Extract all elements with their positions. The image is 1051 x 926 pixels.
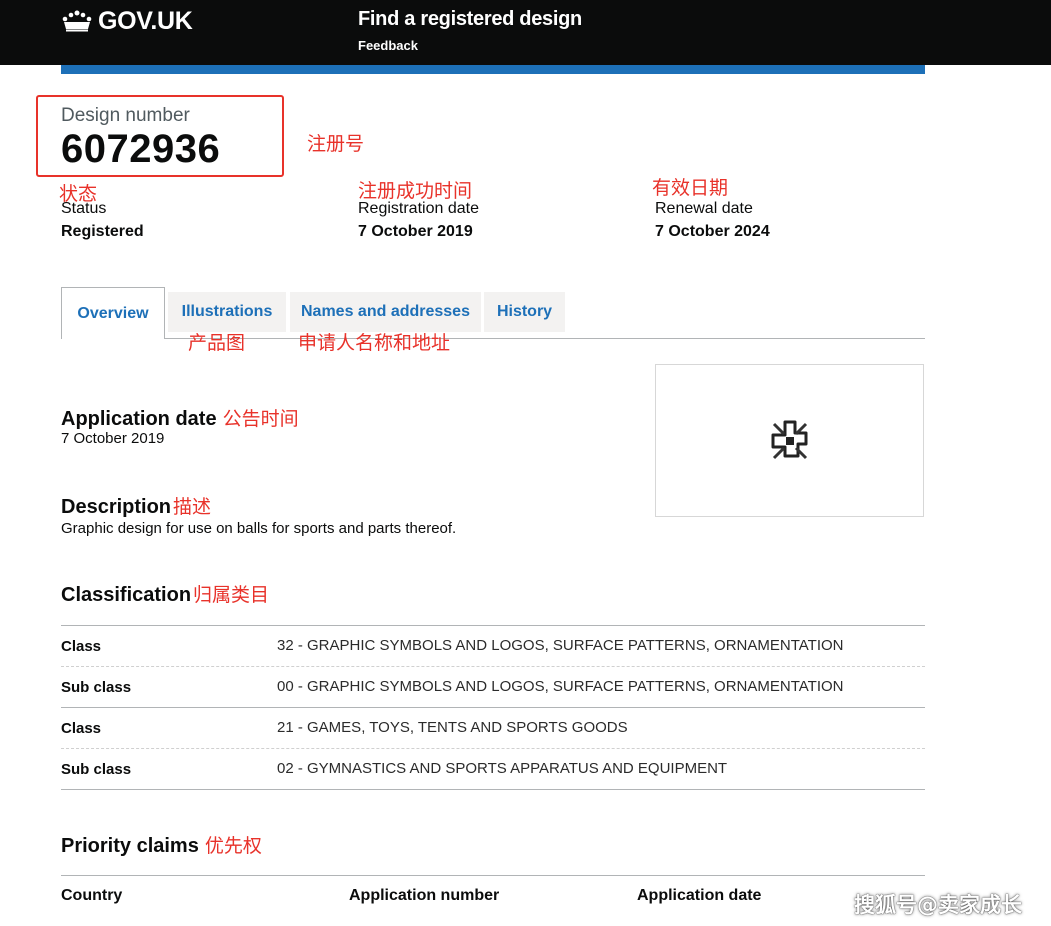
description-heading: Description 描述 (61, 492, 211, 519)
tab-history[interactable]: History (484, 292, 565, 332)
watermark: 搜狐号@卖家成长 (854, 893, 1022, 917)
description-value: Graphic design for use on balls for spor… (61, 520, 457, 537)
annotation-design-number: 注册号 (307, 133, 365, 155)
priority-column-application-date: Application date (637, 887, 762, 904)
priority-column-country: Country (61, 887, 123, 904)
status-value: Registered (61, 223, 144, 240)
classification-value: 21 - GAMES, TOYS, TENTS AND SPORTS GOODS (277, 719, 628, 736)
site-header: GOV.UK Find a registered design Feedback (0, 0, 1051, 65)
logo-text: GOV.UK (98, 6, 193, 35)
annotation-priority: 优先权 (204, 835, 262, 857)
renewal-date-label: Renewal date (655, 200, 753, 217)
table-row: Class 21 - GAMES, TOYS, TENTS AND SPORTS… (61, 707, 925, 748)
annotation-application-date: 公告时间 (222, 408, 299, 430)
design-number-value: 6072936 (61, 127, 221, 171)
classification-key: Sub class (61, 679, 132, 696)
annotation-classification: 归属类目 (193, 584, 270, 606)
govuk-logo-link[interactable]: GOV.UK (61, 6, 193, 36)
annotation-illustrations: 产品图 (188, 332, 246, 354)
table-row: Sub class 00 - GRAPHIC SYMBOLS AND LOGOS… (61, 666, 925, 707)
tab-names-and-addresses[interactable]: Names and addresses (290, 292, 481, 332)
classification-value: 00 - GRAPHIC SYMBOLS AND LOGOS, SURFACE … (277, 678, 844, 695)
application-date-heading: Application date 公告时间 (61, 404, 299, 431)
service-name-link[interactable]: Find a registered design (358, 8, 582, 31)
classification-key: Class (61, 638, 102, 655)
classification-table: Class 32 - GRAPHIC SYMBOLS AND LOGOS, SU… (61, 625, 925, 790)
crown-icon (62, 10, 92, 32)
description-heading-text: Description (61, 496, 172, 518)
priority-claims-heading: Priority claims 优先权 (61, 831, 262, 858)
annotation-description: 描述 (173, 496, 212, 518)
feedback-link[interactable]: Feedback (358, 38, 418, 53)
design-graphic-icon (771, 420, 807, 459)
table-row: Sub class 02 - GYMNASTICS AND SPORTS APP… (61, 748, 925, 790)
classification-key: Sub class (61, 761, 132, 778)
application-date-heading-text: Application date (61, 408, 217, 430)
annotation-names-addresses: 申请人名称和地址 (298, 332, 451, 354)
header-accent-bar (61, 65, 925, 74)
design-preview-image[interactable] (655, 364, 924, 517)
renewal-date-value: 7 October 2024 (655, 223, 770, 240)
tab-illustrations[interactable]: Illustrations (168, 292, 286, 332)
priority-column-application-number: Application number (349, 887, 500, 904)
classification-value: 32 - GRAPHIC SYMBOLS AND LOGOS, SURFACE … (277, 637, 844, 654)
registration-date-value: 7 October 2019 (358, 223, 473, 240)
classification-heading-text: Classification (61, 584, 192, 606)
annotation-renewal-date: 有效日期 (652, 177, 729, 199)
tab-overview[interactable]: Overview (61, 287, 165, 339)
status-label: Status (61, 200, 107, 217)
annotation-registration-date: 注册成功时间 (358, 180, 473, 202)
priority-claims-heading-text: Priority claims (61, 835, 199, 857)
table-row: Class 32 - GRAPHIC SYMBOLS AND LOGOS, SU… (61, 625, 925, 666)
registration-date-label: Registration date (358, 200, 479, 217)
classification-heading: Classification 归属类目 (61, 580, 269, 607)
application-date-value: 7 October 2019 (61, 430, 165, 447)
priority-table-divider (61, 875, 925, 876)
classification-value: 02 - GYMNASTICS AND SPORTS APPARATUS AND… (277, 760, 728, 777)
classification-key: Class (61, 720, 102, 737)
design-number-label: Design number (61, 105, 190, 126)
